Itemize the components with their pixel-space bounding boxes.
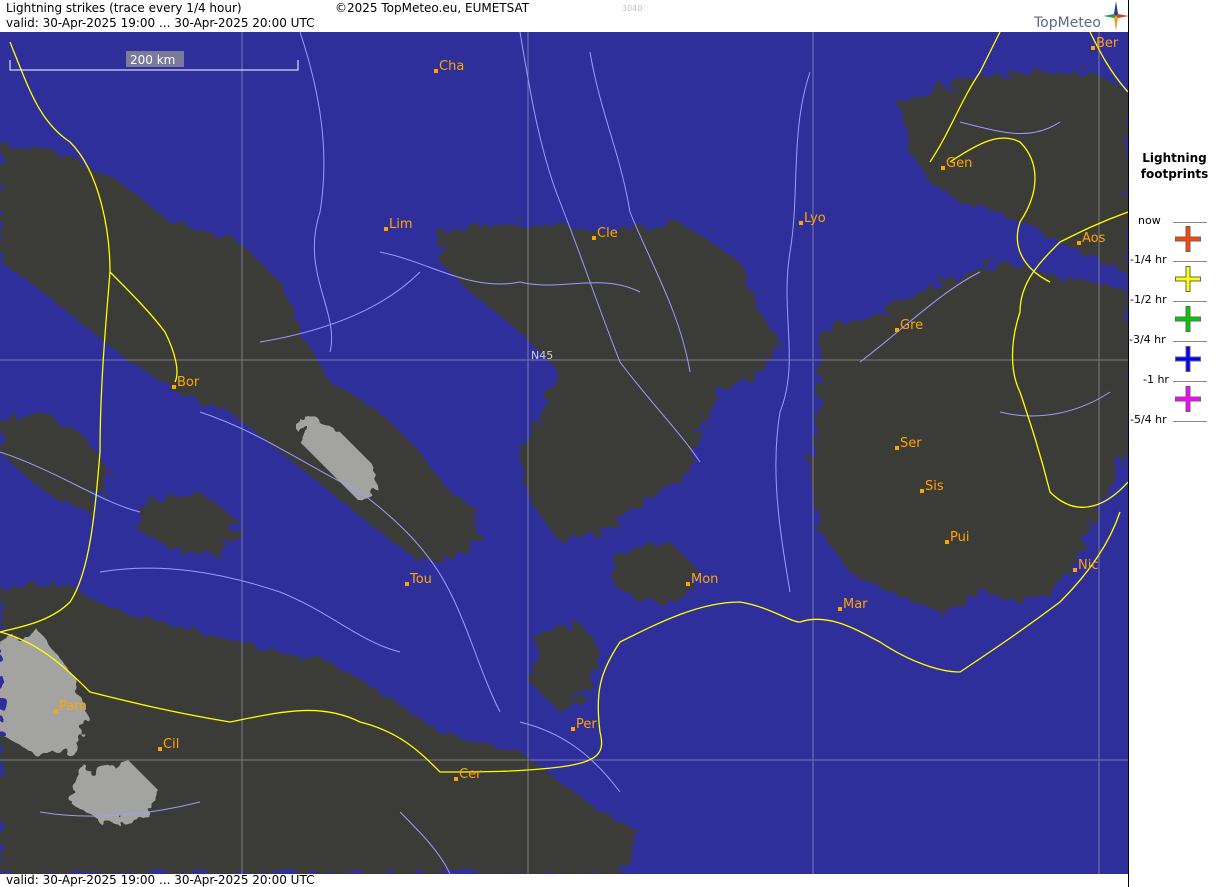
city-label: Bor (177, 375, 200, 390)
city-label: Aos (1082, 231, 1106, 246)
city-marker (434, 69, 438, 73)
city-marker (384, 227, 388, 231)
city-label: Mar (843, 597, 868, 612)
legend-divider (1173, 421, 1207, 422)
city-ber: Ber (1091, 36, 1119, 51)
legend-divider (1173, 261, 1207, 262)
city-label: Sis (925, 479, 944, 494)
city-label: Ser (900, 436, 922, 451)
legend-label: now (1138, 214, 1161, 227)
city-gen: Gen (941, 156, 972, 171)
city-cha: Cha (434, 59, 464, 74)
city-lim: Lim (384, 217, 413, 232)
city-label: Tou (409, 572, 432, 587)
city-mar: Mar (838, 597, 868, 612)
valid-time-top: valid: 30-Apr-2025 19:00 ... 30-Apr-2025… (6, 16, 315, 30)
topmeteo-logo[interactable]: TopMeteo (1034, 15, 1101, 31)
compass-star-icon (1103, 1, 1129, 31)
city-label: Cil (163, 737, 179, 752)
city-label: Gen (946, 156, 972, 171)
city-marker (592, 236, 596, 240)
lightning-cross-icon (1175, 226, 1201, 252)
footer-bar: valid: 30-Apr-2025 19:00 ... 30-Apr-2025… (0, 874, 1128, 887)
city-marker (686, 582, 690, 586)
city-label: Pam (59, 699, 87, 714)
legend-label: -1/2 hr (1130, 293, 1167, 306)
legend-label: -5/4 hr (1130, 413, 1167, 426)
legend-divider (1173, 381, 1207, 382)
city-marker (838, 607, 842, 611)
product-code: 3040 (622, 4, 643, 13)
legend-divider (1173, 222, 1207, 223)
city-marker (571, 727, 575, 731)
city-label: Gre (900, 318, 923, 333)
valid-time-bottom: valid: 30-Apr-2025 19:00 ... 30-Apr-2025… (6, 873, 315, 887)
city-label: Cer (459, 767, 482, 782)
city-label: Cle (597, 226, 618, 241)
map-canvas: N45 200 km Cha Ber Gen Lim Cle Lyo Aos Gre Bor Se… (0, 32, 1128, 874)
city-marker (945, 540, 949, 544)
lightning-cross-icon (1175, 386, 1201, 412)
city-marker (920, 489, 924, 493)
legend-label: -1 hr (1143, 373, 1169, 386)
city-marker (454, 777, 458, 781)
header-bar: Lightning strikes (trace every 1/4 hour)… (0, 0, 1129, 32)
legend-divider (1173, 341, 1207, 342)
scale-label: 200 km (130, 53, 175, 67)
city-label: Mon (691, 572, 718, 587)
city-aos: Aos (1077, 231, 1106, 246)
city-marker (1077, 241, 1081, 245)
lightning-cross-icon (1175, 266, 1201, 292)
city-marker (405, 582, 409, 586)
city-cer: Cer (454, 767, 482, 782)
city-marker (1073, 568, 1077, 572)
legend-panel: Lightning footprints now -1/4 hr -1/2 hr -3… (1128, 0, 1219, 887)
city-ser: Ser (895, 436, 922, 451)
legend-title: Lightning footprints (1140, 151, 1209, 181)
city-pam: Pam (54, 699, 87, 714)
legend-label: -3/4 hr (1129, 333, 1166, 346)
city-tou: Tou (405, 572, 432, 587)
lightning-cross-icon (1175, 346, 1201, 372)
city-label: Cha (439, 59, 464, 74)
city-label: Lim (389, 217, 413, 232)
city-marker (54, 709, 58, 713)
city-marker (172, 385, 176, 389)
legend-divider (1173, 301, 1207, 302)
city-label: Lyo (804, 211, 826, 226)
city-marker (895, 446, 899, 450)
city-gre: Gre (895, 318, 923, 333)
city-marker (158, 747, 162, 751)
map-title: Lightning strikes (trace every 1/4 hour) (6, 1, 242, 15)
city-label: Nic (1078, 558, 1098, 573)
satellite-map[interactable]: N45 200 km Cha Ber Gen Lim Cle Lyo Aos Gre Bor Se… (0, 32, 1128, 874)
lightning-cross-icon (1175, 306, 1201, 332)
city-marker (799, 221, 803, 225)
latitude-label: N45 (531, 349, 553, 362)
city-label: Ber (1096, 36, 1119, 51)
city-marker (895, 328, 899, 332)
legend-label: -1/4 hr (1130, 253, 1167, 266)
copyright-text: ©2025 TopMeteo.eu, EUMETSAT (335, 1, 530, 15)
city-label: Pui (950, 530, 969, 545)
city-mon: Mon (686, 572, 718, 587)
city-label: Per (576, 717, 597, 732)
city-marker (941, 166, 945, 170)
city-bor: Bor (172, 375, 200, 390)
city-marker (1091, 46, 1095, 50)
